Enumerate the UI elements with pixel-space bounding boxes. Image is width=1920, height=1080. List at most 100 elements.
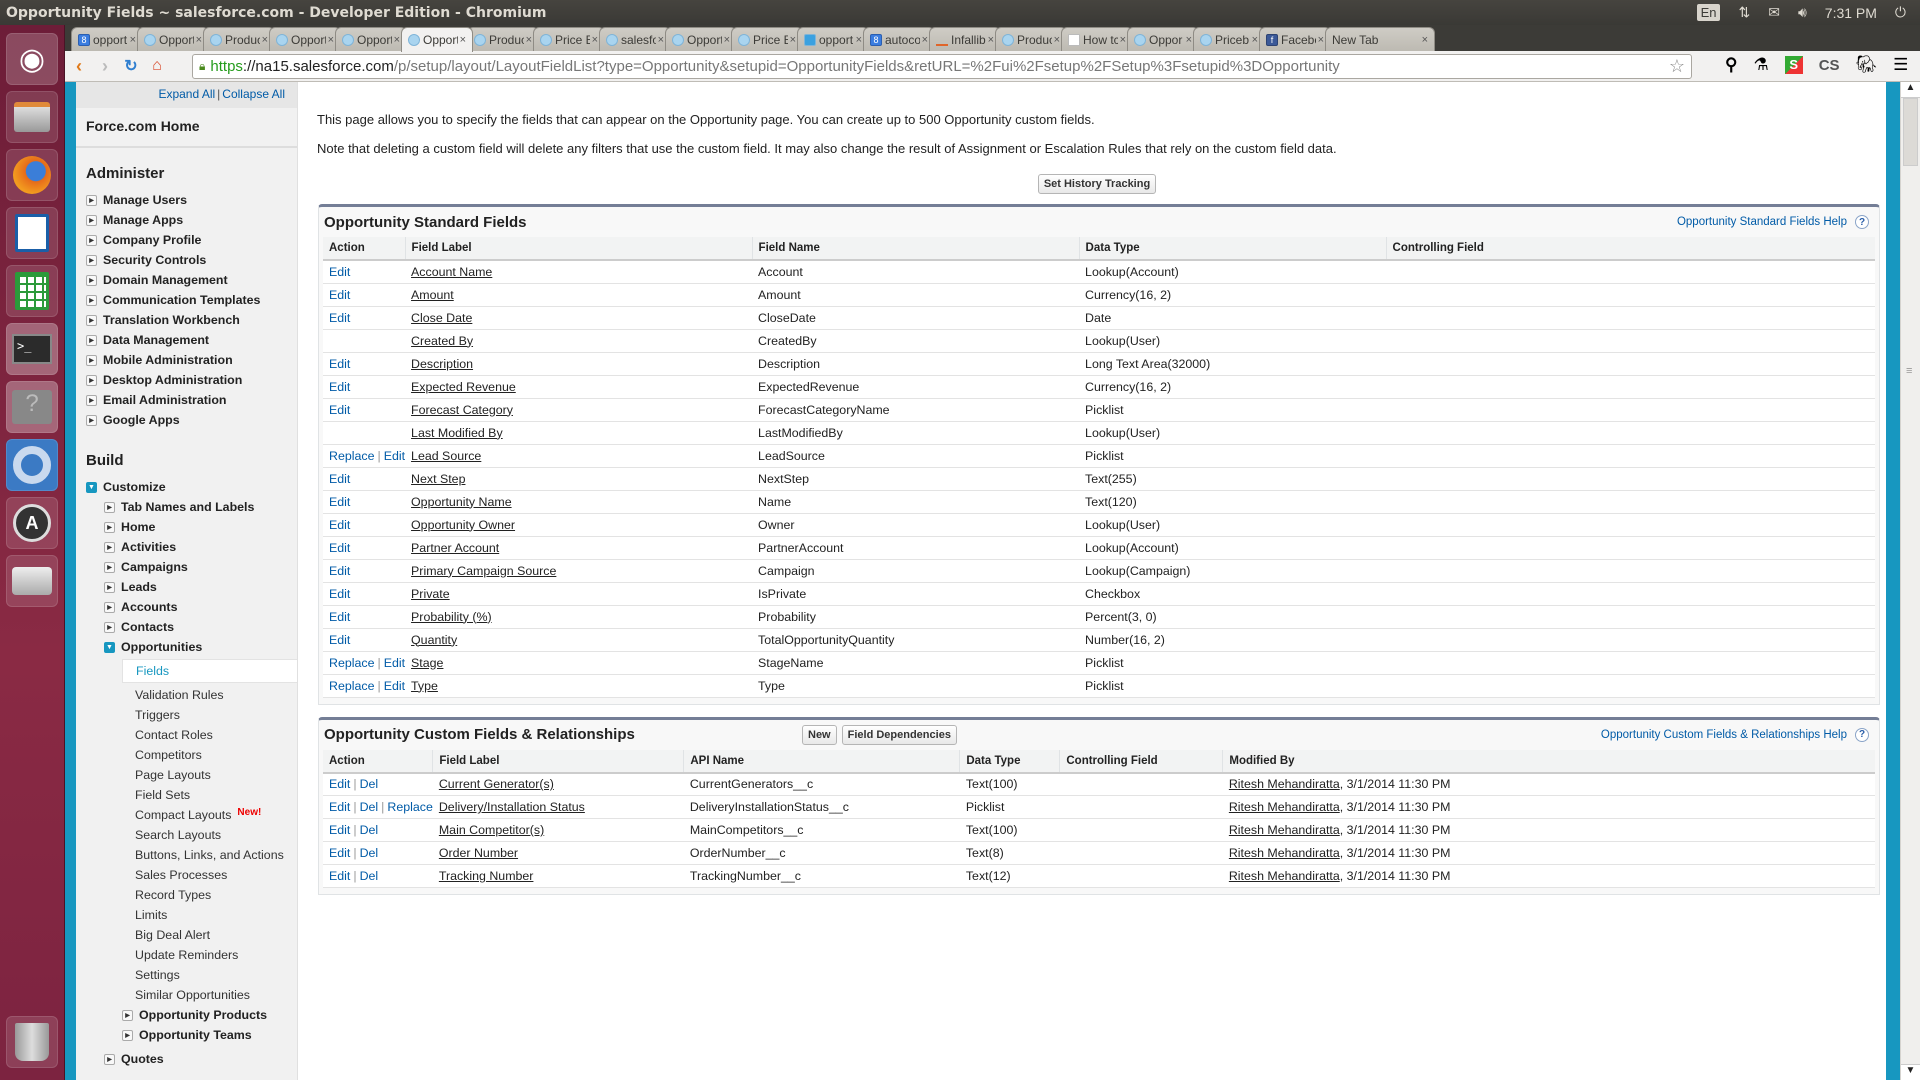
close-tab-icon[interactable]: × <box>922 34 928 46</box>
files-icon[interactable] <box>6 91 58 143</box>
sidebar-item[interactable]: ▶ Mobile Administration <box>76 350 297 370</box>
sidebar-item[interactable]: ▶ Communication Templates <box>76 290 297 310</box>
sidebar-item[interactable]: ▶ Campaigns <box>76 557 297 577</box>
close-tab-icon[interactable]: × <box>328 34 334 46</box>
field-label-link[interactable]: Probability (%) <box>411 610 492 624</box>
edit-link[interactable]: Edit <box>329 777 350 791</box>
sidebar-item-compact-layouts[interactable]: Compact Layouts New! <box>76 805 297 825</box>
edit-link[interactable]: Edit <box>329 823 350 837</box>
replace-link[interactable]: Replace <box>329 449 374 463</box>
edit-link[interactable]: Edit <box>329 869 350 883</box>
edit-link[interactable]: Edit <box>329 610 350 624</box>
expand-icon[interactable]: ▶ <box>86 354 97 366</box>
del-link[interactable]: Del <box>360 869 379 883</box>
expand-icon[interactable]: ▶ <box>104 1053 115 1065</box>
user-link[interactable]: Ritesh Mehandiratta <box>1229 777 1340 791</box>
expand-icon[interactable]: ▶ <box>104 541 115 553</box>
field-label-link[interactable]: Next Step <box>411 472 465 486</box>
sidebar-item-fields[interactable]: Fields <box>122 659 297 683</box>
edit-link[interactable]: Edit <box>329 541 350 555</box>
reload-button[interactable]: ↻ <box>119 54 143 78</box>
del-link[interactable]: Del <box>360 800 379 814</box>
sidebar-item[interactable]: ▶ Leads <box>76 577 297 597</box>
home-button[interactable]: ⌂ <box>145 54 169 78</box>
edit-link[interactable]: Edit <box>329 265 350 279</box>
column-header[interactable]: Data Type <box>1078 237 1387 261</box>
sidebar-item[interactable]: ▶ Opportunity Teams <box>76 1025 297 1045</box>
field-label-link[interactable]: Main Competitor(s) <box>439 823 544 837</box>
edit-link[interactable]: Edit <box>329 587 350 601</box>
menu-icon[interactable]: ☰ <box>1893 55 1908 75</box>
edit-link[interactable]: Edit <box>384 449 405 463</box>
field-label-link[interactable]: Primary Campaign Source <box>411 564 556 578</box>
close-tab-icon[interactable]: × <box>460 34 466 46</box>
sidebar-item[interactable]: ▶ Security Controls <box>76 250 297 270</box>
cs-extension-icon[interactable]: CS <box>1819 57 1840 74</box>
browser-tab[interactable]: Produc × <box>467 27 539 52</box>
del-link[interactable]: Del <box>360 823 379 837</box>
edit-link[interactable]: Edit <box>329 380 350 394</box>
close-tab-icon[interactable]: × <box>1186 34 1192 46</box>
column-header[interactable]: Action <box>323 237 406 261</box>
expand-icon[interactable]: ▶ <box>104 521 115 533</box>
browser-tab[interactable]: Produc × <box>995 27 1067 52</box>
sidebar-item[interactable]: ▶ Opportunity Products <box>76 1005 297 1025</box>
close-tab-icon[interactable]: × <box>592 34 598 46</box>
terminal-icon[interactable]: >_ <box>6 323 58 375</box>
expand-icon[interactable]: ▶ <box>86 234 97 246</box>
column-header[interactable]: Controlling Field <box>1385 237 1875 261</box>
sidebar-item-update-reminders[interactable]: Update Reminders <box>76 945 297 965</box>
sidebar-item-similar-opportunities[interactable]: Similar Opportunities <box>76 985 297 1005</box>
del-link[interactable]: Del <box>360 846 379 860</box>
expand-icon[interactable]: ▶ <box>122 1009 133 1021</box>
sidebar-item-opportunities[interactable]: ▼ Opportunities <box>76 637 297 657</box>
search-extension-icon[interactable]: ⚲ <box>1725 55 1737 75</box>
column-header[interactable]: Field Name <box>751 237 1080 261</box>
back-button[interactable]: ‹ <box>67 54 91 78</box>
browser-tab[interactable]: Price E× <box>533 27 605 52</box>
expand-icon[interactable]: ▶ <box>104 501 115 513</box>
browser-tab[interactable]: Priceb × <box>1193 27 1265 52</box>
edit-link[interactable]: Edit <box>329 472 350 486</box>
network-icon[interactable]: ⇅ <box>1738 4 1750 21</box>
expand-icon[interactable]: ▶ <box>86 294 97 306</box>
field-label-link[interactable]: Quantity <box>411 633 457 647</box>
field-label-link[interactable]: Account Name <box>411 265 492 279</box>
close-tab-icon[interactable]: × <box>790 34 796 46</box>
sidebar-item-page-layouts[interactable]: Page Layouts <box>76 765 297 785</box>
sidebar-item[interactable]: ▶ Translation Workbench <box>76 310 297 330</box>
sidebar-item[interactable]: ▶ Home <box>76 517 297 537</box>
s-extension-icon[interactable]: S <box>1784 56 1803 74</box>
field-label-link[interactable]: Last Modified By <box>411 426 503 440</box>
user-link[interactable]: Ritesh Mehandiratta <box>1229 823 1340 837</box>
volume-icon[interactable]: 🔊︎ <box>1798 4 1807 21</box>
sidebar-item-buttons-links-and-actions[interactable]: Buttons, Links, and Actions <box>76 845 297 865</box>
sidebar-item[interactable]: ▶ Activities <box>76 537 297 557</box>
field-label-link[interactable]: Amount <box>411 288 454 302</box>
browser-tab[interactable]: Oppor × <box>1127 27 1199 52</box>
close-tab-icon[interactable]: × <box>262 34 268 46</box>
close-tab-icon[interactable]: × <box>988 34 994 46</box>
expand-icon[interactable]: ▶ <box>86 314 97 326</box>
user-link[interactable]: Ritesh Mehandiratta <box>1229 869 1340 883</box>
clock[interactable]: 7:31 PM <box>1825 5 1877 21</box>
evernote-icon[interactable]: 🐘︎ <box>1856 55 1878 75</box>
replace-link[interactable]: Replace <box>387 800 432 814</box>
close-tab-icon[interactable]: × <box>1120 34 1126 46</box>
close-tab-icon[interactable]: × <box>856 34 862 46</box>
edit-link[interactable]: Edit <box>329 495 350 509</box>
sidebar-item[interactable]: ▶ Contacts <box>76 617 297 637</box>
sidebar-item[interactable]: ▶ Domain Management <box>76 270 297 290</box>
force-home-link[interactable]: Force.com Home <box>76 108 297 148</box>
close-tab-icon[interactable]: × <box>1054 34 1060 46</box>
replace-link[interactable]: Replace <box>329 679 374 693</box>
field-label-link[interactable]: Stage <box>411 656 443 670</box>
sidebar-item-customize[interactable]: ▼ Customize <box>76 477 297 497</box>
power-icon[interactable]: ⏻ <box>1895 4 1906 21</box>
expand-icon[interactable]: ▶ <box>86 214 97 226</box>
new-field-button[interactable]: New <box>802 724 837 745</box>
edit-link[interactable]: Edit <box>329 311 350 325</box>
browser-tab[interactable]: Opport × <box>269 27 341 52</box>
close-tab-icon[interactable]: × <box>658 34 664 46</box>
libreoffice-calc-icon[interactable] <box>6 265 58 317</box>
